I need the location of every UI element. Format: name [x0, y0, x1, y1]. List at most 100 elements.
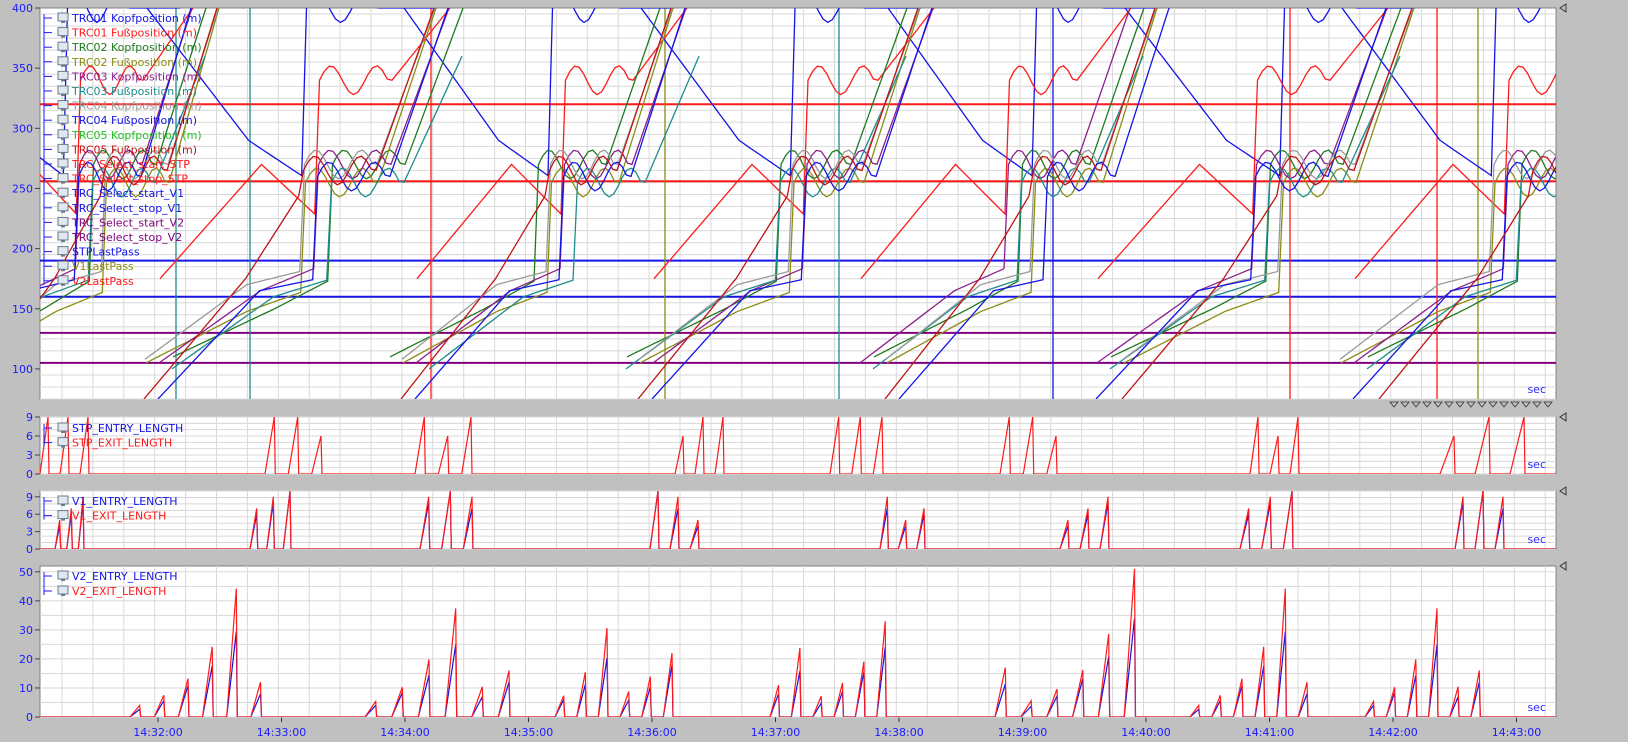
monitor-icon[interactable] [57, 231, 69, 241]
collapse-marker-icon[interactable] [1411, 401, 1421, 408]
y-tick-label: 20 [19, 653, 33, 666]
unit-label: sec [1527, 533, 1546, 546]
collapse-marker-icon[interactable] [1389, 401, 1399, 408]
monitor-icon[interactable] [57, 12, 69, 22]
monitor-stand-icon [61, 94, 65, 96]
scroll-arrow-icon[interactable] [1559, 486, 1567, 496]
y-tick-label: 3 [26, 449, 33, 462]
monitor-icon[interactable] [57, 158, 69, 168]
monitor-icon[interactable] [57, 495, 69, 505]
monitor-icon[interactable] [57, 510, 69, 520]
monitor-stand-icon [61, 50, 65, 53]
y-tick-label: 6 [26, 430, 33, 443]
y-tick-label: 100 [12, 363, 33, 376]
monitor-stand-icon [61, 167, 65, 169]
legend-entry: V2_ENTRY_LENGTH [72, 570, 178, 583]
x-tick-label: 14:36:00 [627, 726, 676, 739]
x-tick-label: 14:42:00 [1368, 726, 1417, 739]
legend-entry: TRC_Select_stop_V1 [71, 202, 182, 215]
monitor-icon[interactable] [57, 27, 69, 37]
collapse-marker-icon[interactable] [1422, 401, 1432, 408]
legend-entry: V1_EXIT_LENGTH [72, 510, 166, 523]
y-tick-label: 50 [19, 566, 33, 579]
unit-label: sec [1527, 701, 1546, 714]
collapse-marker-icon[interactable] [1400, 401, 1410, 408]
monitor-icon[interactable] [57, 41, 69, 51]
collapse-marker-icon[interactable] [1543, 401, 1553, 408]
monitor-stand-icon [61, 123, 65, 126]
y-tick-label: 40 [19, 595, 33, 608]
monitor-icon[interactable] [57, 260, 69, 270]
monitor-icon[interactable] [57, 437, 69, 447]
monitor-icon[interactable] [57, 570, 69, 580]
collapse-marker-icon[interactable] [1499, 401, 1509, 408]
y-tick-label: 200 [12, 243, 33, 256]
legend-entry: V2_EXIT_LENGTH [72, 585, 166, 598]
monitor-stand-icon [61, 210, 65, 213]
collapse-marker-icon[interactable] [1521, 401, 1531, 408]
legend-entry: TRC_Select_start_V2 [71, 216, 184, 229]
legend-entry: STPLastPass [72, 246, 140, 259]
monitor-icon[interactable] [57, 85, 69, 95]
collapse-marker-icon[interactable] [1466, 401, 1476, 408]
legend-entry: TRC05 Fußposition (m) [71, 143, 197, 156]
y-tick-label: 0 [26, 543, 33, 556]
legend-entry: STP_EXIT_LENGTH [72, 437, 172, 450]
monitor-icon[interactable] [57, 114, 69, 124]
x-tick-label: 14:43:00 [1492, 726, 1541, 739]
legend-entry: TRC03 Kopfposition (m) [71, 70, 202, 83]
monitor-stand-icon [61, 152, 65, 155]
monitor-stand-icon [61, 35, 65, 38]
legend-entry: TRC_Select_stop_V2 [71, 231, 182, 244]
legend-entry: TRC_Select_stop_STP [71, 173, 188, 186]
monitor-icon[interactable] [57, 275, 69, 285]
monitor-stand-icon [61, 445, 65, 448]
y-tick-label: 6 [26, 508, 33, 521]
monitor-icon[interactable] [57, 56, 69, 66]
legend-entry: TRC_Select_start_V1 [71, 187, 184, 200]
collapse-marker-icon[interactable] [1444, 401, 1454, 408]
monitor-stand-icon [61, 64, 65, 67]
monitor-stand-icon [61, 504, 65, 506]
monitor-icon[interactable] [57, 100, 69, 110]
collapse-marker-icon[interactable] [1433, 401, 1443, 408]
x-tick-label: 14:37:00 [751, 726, 800, 739]
trend-chart-svg: 14:32:00 14:33:00 14:34:00 14:35:00 14:36:00… [12, 2, 1567, 739]
monitor-icon[interactable] [57, 216, 69, 226]
monitor-icon[interactable] [57, 173, 69, 183]
monitor-icon[interactable] [57, 585, 69, 595]
monitor-icon[interactable] [57, 129, 69, 139]
scroll-arrow-icon[interactable] [1559, 561, 1567, 571]
y-tick-label: 0 [26, 711, 33, 724]
collapse-marker-icon[interactable] [1532, 401, 1542, 408]
collapse-marker-icon[interactable] [1477, 401, 1487, 408]
monitor-icon[interactable] [57, 202, 69, 212]
legend-entry: TRC_Select_start_STP [71, 158, 190, 171]
legend-entry: TRC04 Kopfposition (m) [71, 100, 202, 113]
scroll-arrow-icon[interactable] [1559, 3, 1567, 13]
monitor-icon[interactable] [57, 246, 69, 256]
collapse-marker-icon[interactable] [1455, 401, 1465, 408]
y-tick-label: 3 [26, 526, 33, 539]
monitor-icon[interactable] [57, 143, 69, 153]
scroll-arrow-icon[interactable] [1559, 412, 1567, 422]
monitor-stand-icon [61, 240, 65, 242]
x-tick-label: 14:41:00 [1245, 726, 1294, 739]
legend-entry: TRC02 Kopfposition (m) [71, 41, 202, 54]
monitor-stand-icon [61, 269, 65, 272]
monitor-stand-icon [61, 196, 65, 199]
monitor-stand-icon [61, 594, 65, 596]
x-tick-label: 14:38:00 [874, 726, 923, 739]
monitor-stand-icon [61, 579, 65, 581]
monitor-stand-icon [61, 518, 65, 521]
y-tick-label: 400 [12, 2, 33, 15]
collapse-marker-icon[interactable] [1488, 401, 1498, 408]
monitor-stand-icon [61, 181, 65, 184]
monitor-icon[interactable] [57, 422, 69, 432]
x-tick-label: 14:39:00 [998, 726, 1047, 739]
monitor-stand-icon [61, 225, 65, 228]
monitor-icon[interactable] [57, 187, 69, 197]
collapse-marker-icon[interactable] [1510, 401, 1520, 408]
monitor-icon[interactable] [57, 70, 69, 80]
x-tick-label: 14:34:00 [380, 726, 429, 739]
